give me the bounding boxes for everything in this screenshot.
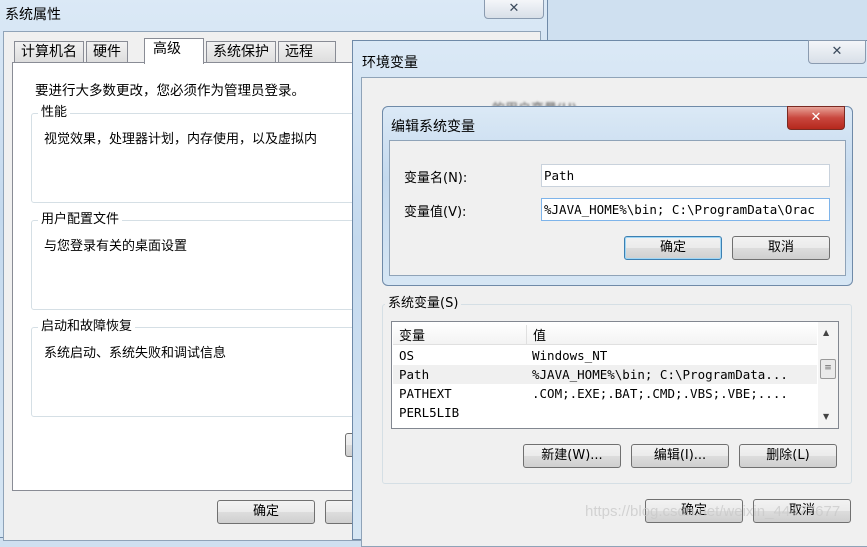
dialog-body: 变量名(N): 变量值(V): 确定 取消 <box>389 140 846 276</box>
close-button[interactable]: ✕ <box>484 0 544 19</box>
variable-value: %JAVA_HOME%\bin; C:\ProgramData... <box>532 367 788 382</box>
column-header-value[interactable]: 值 <box>533 325 546 344</box>
scroll-thumb[interactable]: ≡ <box>820 359 836 379</box>
variable-value-input[interactable] <box>541 198 830 221</box>
variable-value: Windows_NT <box>532 348 608 363</box>
table-row[interactable]: PERL5LIB <box>393 403 817 422</box>
user-profiles-group: 用户配置文件 与您登录有关的桌面设置 <box>31 212 371 310</box>
scroll-up-icon[interactable]: ▲ <box>823 328 829 337</box>
variable-name: PERL5LIB <box>399 405 460 420</box>
tab-advanced[interactable]: 高级 <box>144 38 204 64</box>
variable-name-input[interactable] <box>541 164 830 187</box>
startup-recovery-group: 启动和故障恢复 系统启动、系统失败和调试信息 <box>31 319 371 417</box>
system-variables-label: 系统变量(S) <box>385 296 462 312</box>
variable-name-label: 变量名(N): <box>404 171 468 186</box>
edit-variable-button[interactable]: 编辑(I)... <box>631 444 729 468</box>
group-label: 性能 <box>38 105 71 121</box>
edit-system-variable-dialog: 编辑系统变量 ✕ 变量名(N): 变量值(V): 确定 取消 <box>382 106 853 286</box>
tab-computer-name[interactable]: 计算机名 <box>14 41 84 63</box>
new-variable-button[interactable]: 新建(W)... <box>523 444 621 468</box>
dialog-ok-button[interactable]: 确定 <box>624 236 722 260</box>
column-header-variable[interactable]: 变量 <box>399 325 527 345</box>
variable-value-label: 变量值(V): <box>404 205 467 220</box>
close-button[interactable]: ✕ <box>808 40 866 64</box>
group-description: 与您登录有关的桌面设置 <box>44 239 188 254</box>
variable-value: .COM;.EXE;.BAT;.CMD;.VBS;.VBE;.... <box>532 386 788 401</box>
window-title: 系统属性 <box>5 7 61 23</box>
group-description: 视觉效果，处理器计划，内存使用，以及虚拟内 <box>44 132 318 147</box>
admin-notice: 要进行大多数更改，您必须作为管理员登录。 <box>35 83 305 99</box>
variable-name: Path <box>399 367 430 382</box>
watermark: https://blog.csdn.net/weixin_44477677 <box>585 503 841 520</box>
system-ok-button[interactable]: 确定 <box>217 500 315 524</box>
group-label: 用户配置文件 <box>38 212 123 228</box>
vertical-scrollbar[interactable]: ▲ ≡ ▼ <box>818 322 838 428</box>
dialog-title: 编辑系统变量 <box>391 119 475 135</box>
system-variables-list[interactable]: 变量 值 OS Windows_NT Path %JAVA_HOME%\bin; C… <box>391 321 839 429</box>
group-label: 启动和故障恢复 <box>38 319 136 335</box>
performance-group: 性能 视觉效果，处理器计划，内存使用，以及虚拟内 <box>31 105 371 203</box>
window-title: 环境变量 <box>362 55 418 71</box>
group-description: 系统启动、系统失败和调试信息 <box>44 346 227 361</box>
list-header: 变量 值 <box>393 323 817 345</box>
scroll-down-icon[interactable]: ▼ <box>823 412 829 421</box>
table-row[interactable]: OS Windows_NT <box>393 346 817 365</box>
variable-name: PATHEXT <box>399 386 452 401</box>
table-row[interactable]: PATHEXT .COM;.EXE;.BAT;.CMD;.VBS;.VBE;...… <box>393 384 817 403</box>
close-button[interactable]: ✕ <box>787 106 845 130</box>
table-row-selected[interactable]: Path %JAVA_HOME%\bin; C:\ProgramData... <box>393 365 817 384</box>
tab-remote[interactable]: 远程 <box>278 41 336 63</box>
tab-system-protection[interactable]: 系统保护 <box>206 41 276 63</box>
variable-name: OS <box>399 348 415 363</box>
dialog-cancel-button[interactable]: 取消 <box>732 236 830 260</box>
tab-hardware[interactable]: 硬件 <box>86 41 128 63</box>
tab-panel: 要进行大多数更改，您必须作为管理员登录。 性能 视觉效果，处理器计划，内存使用，… <box>12 62 405 491</box>
delete-variable-button[interactable]: 删除(L) <box>739 444 837 468</box>
